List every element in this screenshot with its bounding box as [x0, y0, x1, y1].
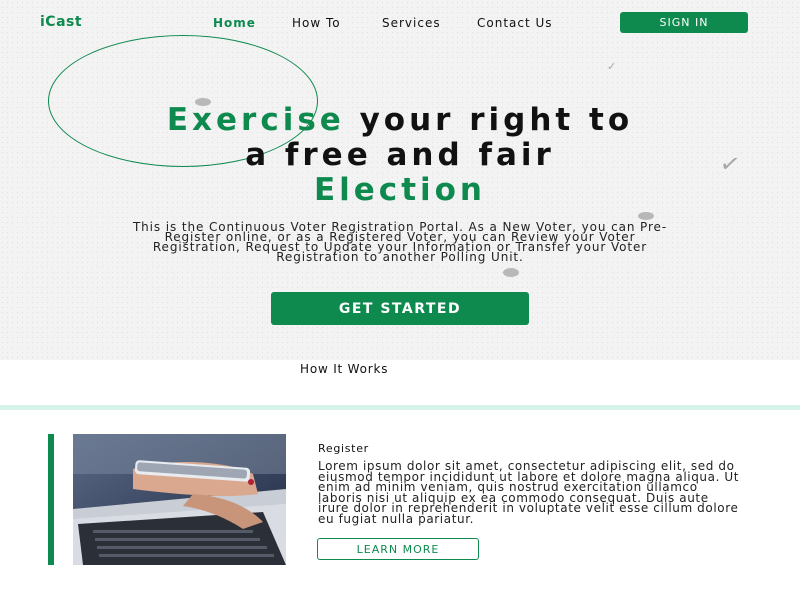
hero-description: This is the Continuous Voter Registratio… — [132, 220, 668, 264]
card-title: Register — [318, 442, 369, 455]
nav-how-to[interactable]: How To — [292, 16, 341, 30]
how-it-works-heading: How It Works — [300, 362, 389, 376]
section-divider — [0, 405, 800, 410]
decorative-dot — [638, 212, 654, 220]
card-accent-bar — [48, 434, 54, 565]
register-image — [73, 434, 286, 565]
checkmark-icon: ✓ — [607, 60, 617, 73]
decorative-dot — [503, 268, 519, 277]
headline-highlight: Election — [313, 172, 486, 208]
headline-text: a free and fair — [245, 137, 555, 173]
sign-in-button[interactable]: SIGN IN — [620, 12, 748, 33]
get-started-button[interactable]: GET STARTED — [271, 292, 529, 325]
headline-highlight: Exercise — [166, 102, 345, 138]
headline-text: your right to — [344, 102, 634, 138]
nav-services[interactable]: Services — [382, 16, 441, 30]
nav-contact-us[interactable]: Contact Us — [477, 16, 553, 30]
nav-home[interactable]: Home — [213, 16, 256, 30]
learn-more-button[interactable]: LEARN MORE — [317, 538, 479, 560]
app-logo[interactable]: iCast — [40, 14, 82, 30]
card-body: Lorem ipsum dolor sit amet, consectetur … — [318, 459, 740, 526]
hero-section: ✓ ✓ iCast Home How To Services Contact U… — [0, 0, 800, 360]
hero-headline: Exercise your right to a free and fair E… — [0, 103, 800, 208]
laptop-phone-illustration — [73, 434, 286, 565]
